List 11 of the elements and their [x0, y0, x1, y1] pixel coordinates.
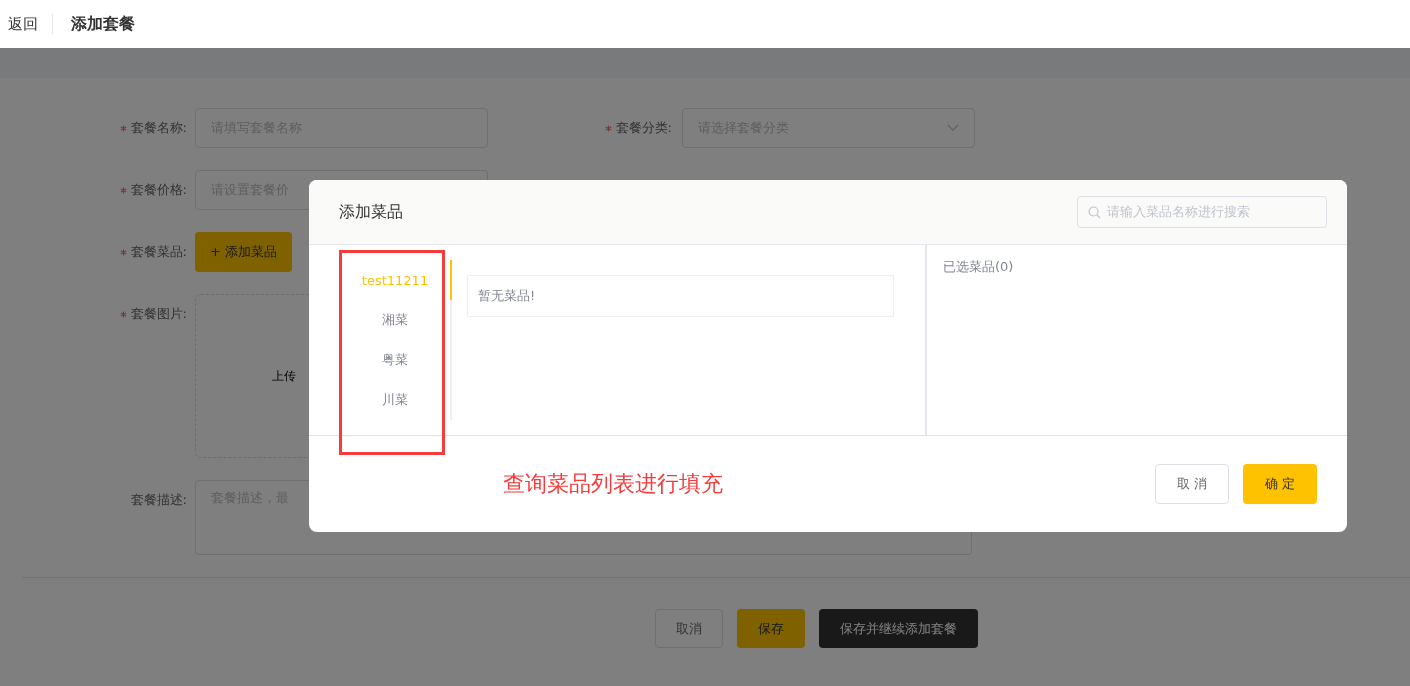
annotation-text: 查询菜品列表进行填充: [503, 470, 723, 498]
field-label: 套餐图片:: [130, 306, 187, 321]
field-label: 套餐价格:: [130, 182, 187, 197]
dialog-title: 添加菜品: [339, 201, 403, 223]
field-label: 套餐名称:: [130, 120, 187, 135]
field-label: 套餐菜品:: [130, 244, 187, 259]
field-label: 套餐分类:: [615, 120, 672, 135]
selected-dishes-title: 已选菜品(0): [943, 259, 1014, 274]
field-label: 套餐描述:: [130, 492, 187, 507]
empty-message: 暂无菜品!: [467, 275, 894, 317]
page-title: 添加套餐: [71, 13, 135, 35]
